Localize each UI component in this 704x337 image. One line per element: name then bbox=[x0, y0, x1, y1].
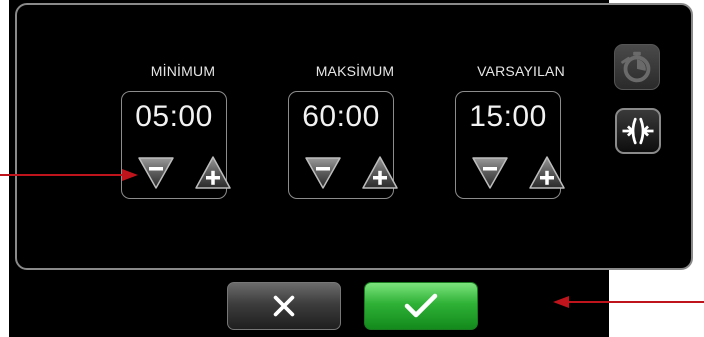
stopwatch-icon bbox=[621, 51, 651, 83]
timer-settings-screen: MİNİMUM MAKSİMUM VARSAYILAN 05:00 60:00 … bbox=[0, 0, 704, 337]
minus-triangle-icon bbox=[138, 157, 174, 189]
default-increase-button[interactable] bbox=[527, 152, 567, 192]
default-label: VARSAYILAN bbox=[477, 63, 565, 79]
maximum-label: MAKSİMUM bbox=[315, 63, 395, 79]
minimum-label: MİNİMUM bbox=[150, 63, 216, 79]
compress-icon bbox=[622, 117, 654, 145]
maximum-increase-button[interactable] bbox=[360, 152, 400, 192]
default-decrease-button[interactable] bbox=[470, 152, 510, 192]
confirm-button[interactable] bbox=[364, 282, 478, 330]
arrowhead-icon bbox=[122, 169, 138, 181]
cancel-button[interactable] bbox=[227, 282, 341, 330]
plus-triangle-icon bbox=[529, 156, 565, 189]
maximum-value: 60:00 bbox=[302, 100, 380, 133]
timer-button[interactable] bbox=[614, 44, 660, 90]
close-icon bbox=[273, 295, 295, 317]
minus-triangle-icon bbox=[472, 157, 508, 189]
minimum-value: 05:00 bbox=[135, 100, 213, 133]
minimum-decrease-button[interactable] bbox=[136, 152, 176, 192]
checkmark-icon bbox=[404, 293, 438, 318]
default-value: 15:00 bbox=[469, 100, 547, 133]
compress-button[interactable] bbox=[615, 108, 661, 154]
plus-triangle-icon bbox=[362, 156, 398, 189]
minimum-increase-button[interactable] bbox=[193, 152, 233, 192]
plus-triangle-icon bbox=[195, 156, 231, 189]
minus-triangle-icon bbox=[305, 157, 341, 189]
maximum-decrease-button[interactable] bbox=[303, 152, 343, 192]
